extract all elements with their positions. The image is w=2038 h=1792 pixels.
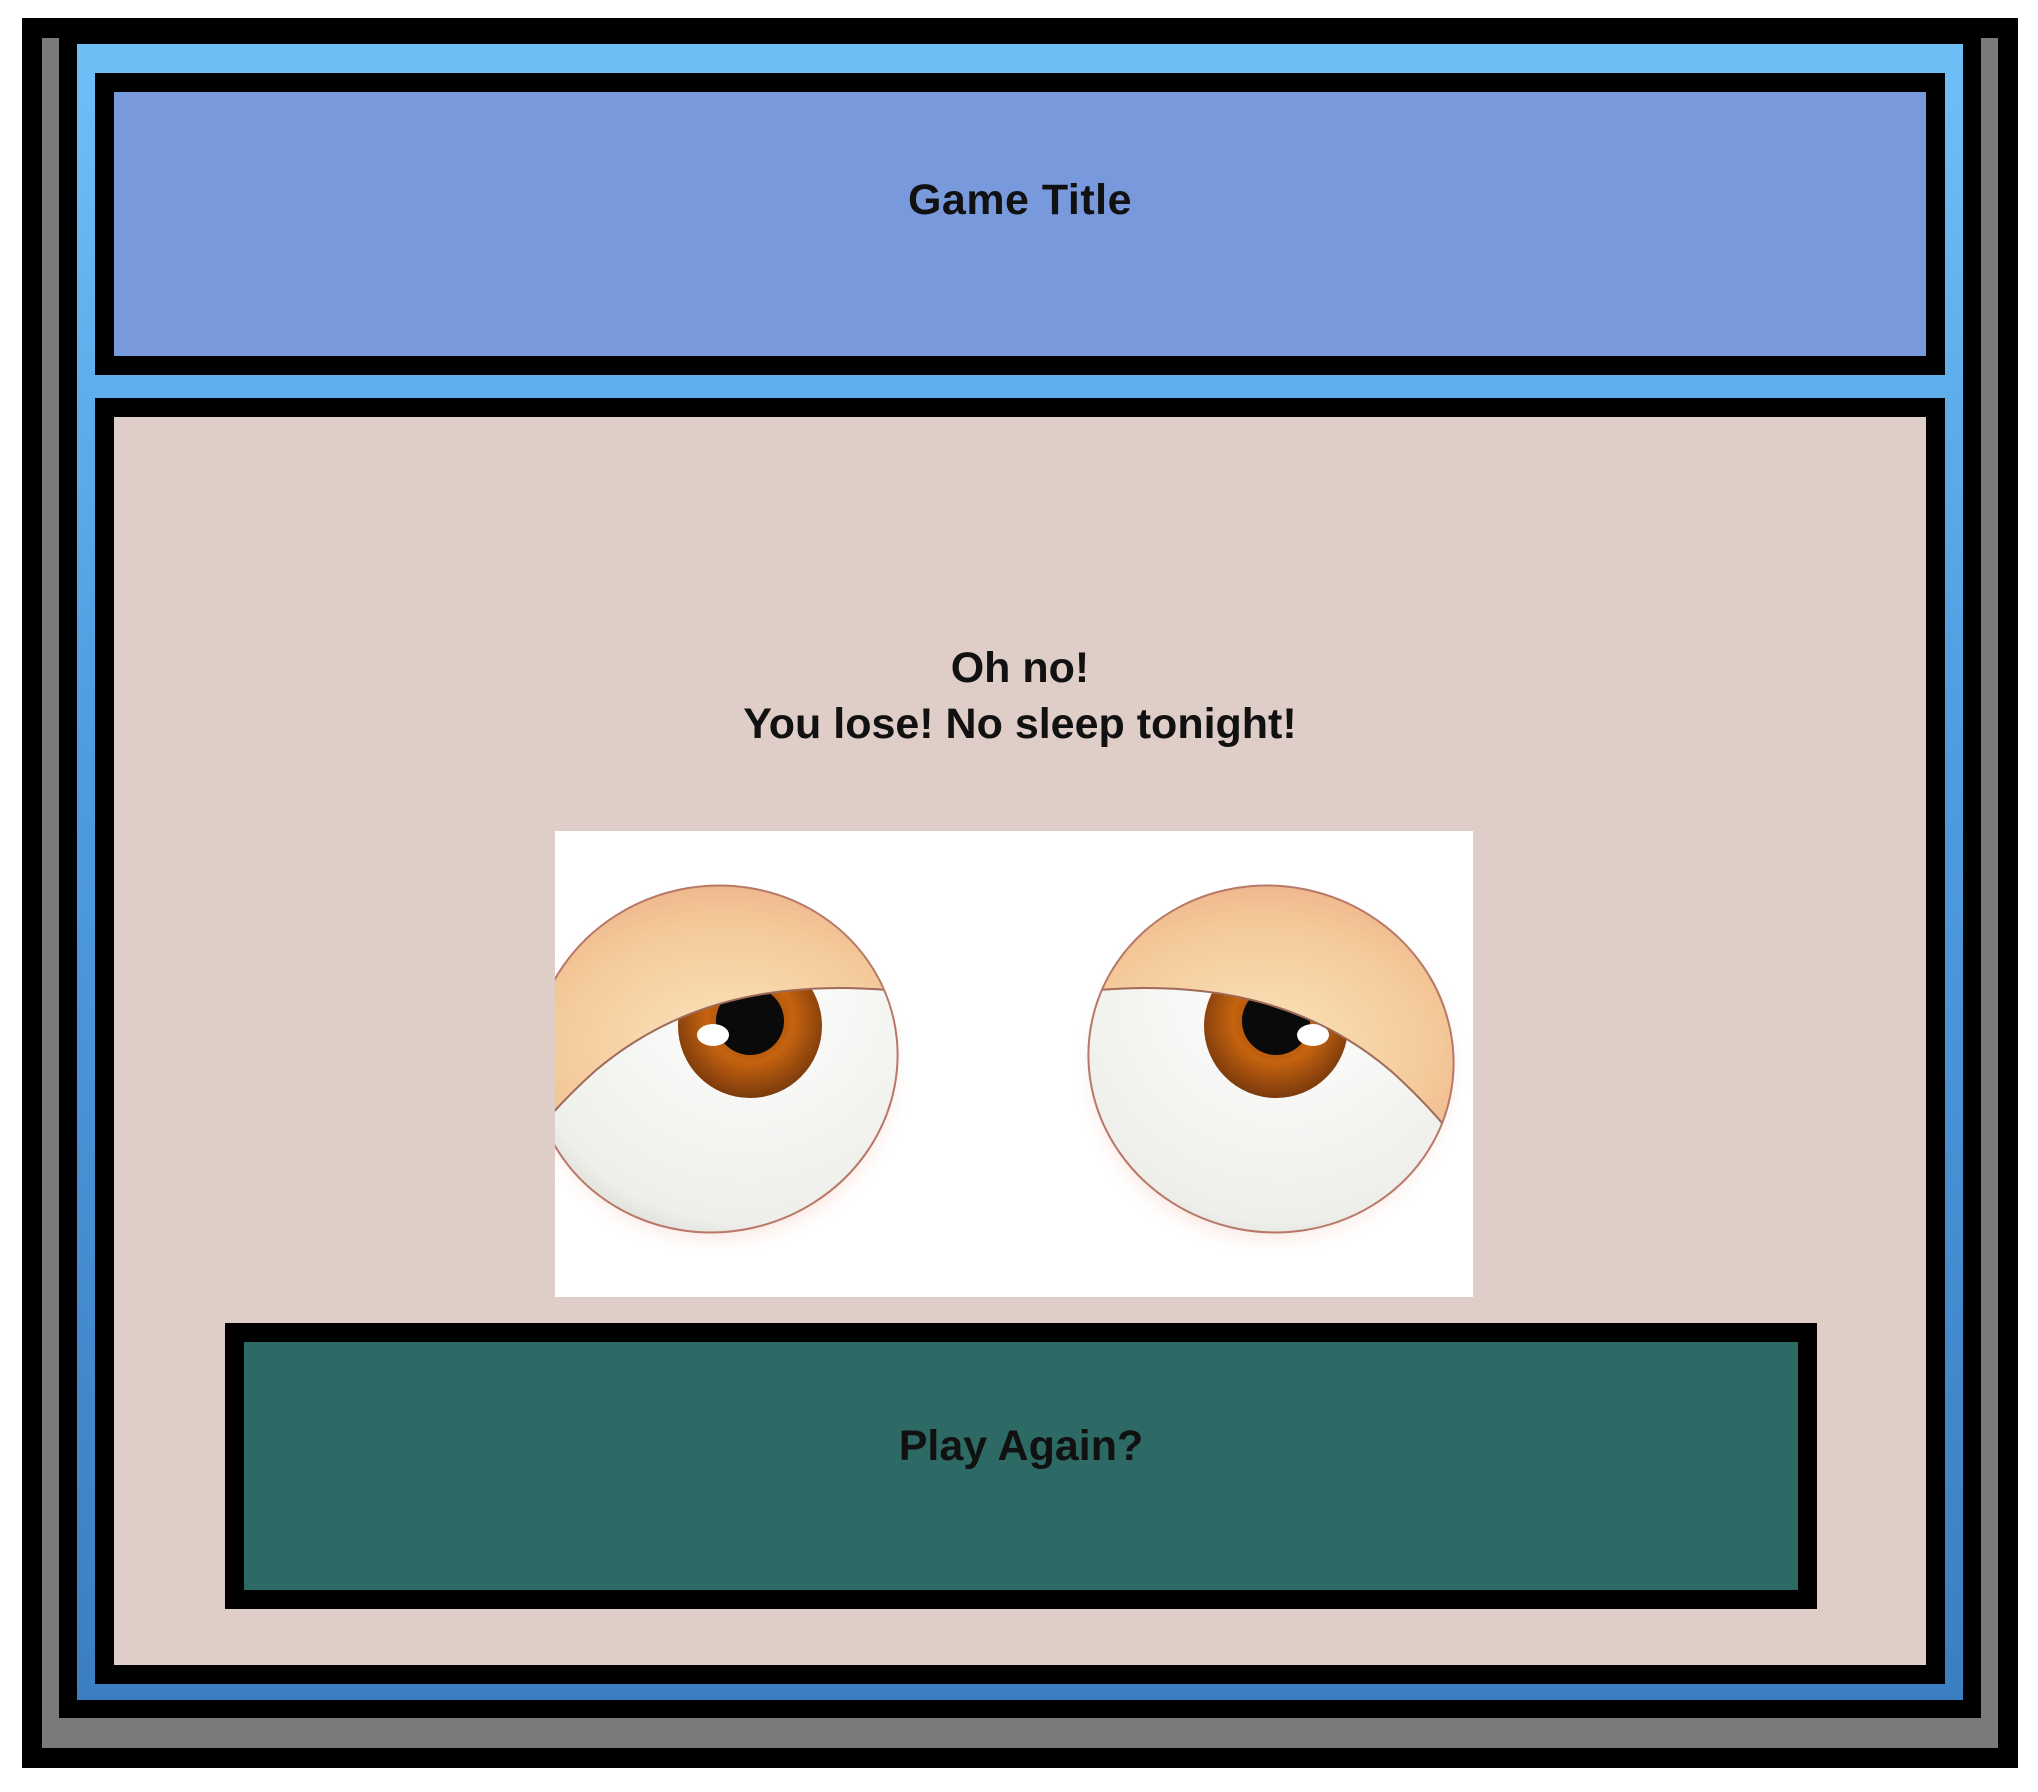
sleepy-eyes-icon (555, 861, 1472, 1267)
device-frame: Game Title Oh no! You lose! No sleep ton… (22, 18, 2018, 1768)
result-line-2: You lose! No sleep tonight! (743, 700, 1297, 748)
play-again-button[interactable]: Play Again? (225, 1323, 1817, 1609)
main-panel: Oh no! You lose! No sleep tonight! Play … (95, 398, 1945, 1684)
sleepy-eyes-image (555, 831, 1473, 1297)
game-title: Game Title (907, 176, 1133, 224)
result-line-1: Oh no! (950, 644, 1090, 692)
title-panel: Game Title (95, 73, 1945, 375)
play-again-label: Play Again? (898, 1422, 1144, 1470)
game-screen: Game Title Oh no! You lose! No sleep ton… (77, 44, 1963, 1700)
device-bezel: Game Title Oh no! You lose! No sleep ton… (59, 38, 1981, 1718)
result-message: Oh no! You lose! No sleep tonight! (114, 640, 1926, 752)
